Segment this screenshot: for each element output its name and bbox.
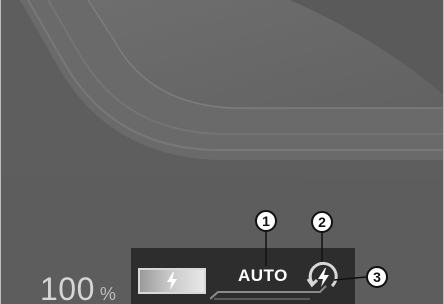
lightning-bolt-icon [167,272,177,290]
instrument-cluster-screen: 100 % AUTO 1 2 3 [0,0,444,304]
battery-percentage: 100 % [40,265,116,304]
battery-percent-value: 100 [40,271,95,304]
callout-3: 3 [366,266,388,288]
callout-1: 1 [255,210,277,232]
regen-mode-label: AUTO [238,266,288,285]
battery-percent-unit: % [99,284,116,304]
callout-2: 2 [311,211,333,233]
charge-indicator [138,268,206,294]
regen-charge-icon [306,261,338,288]
